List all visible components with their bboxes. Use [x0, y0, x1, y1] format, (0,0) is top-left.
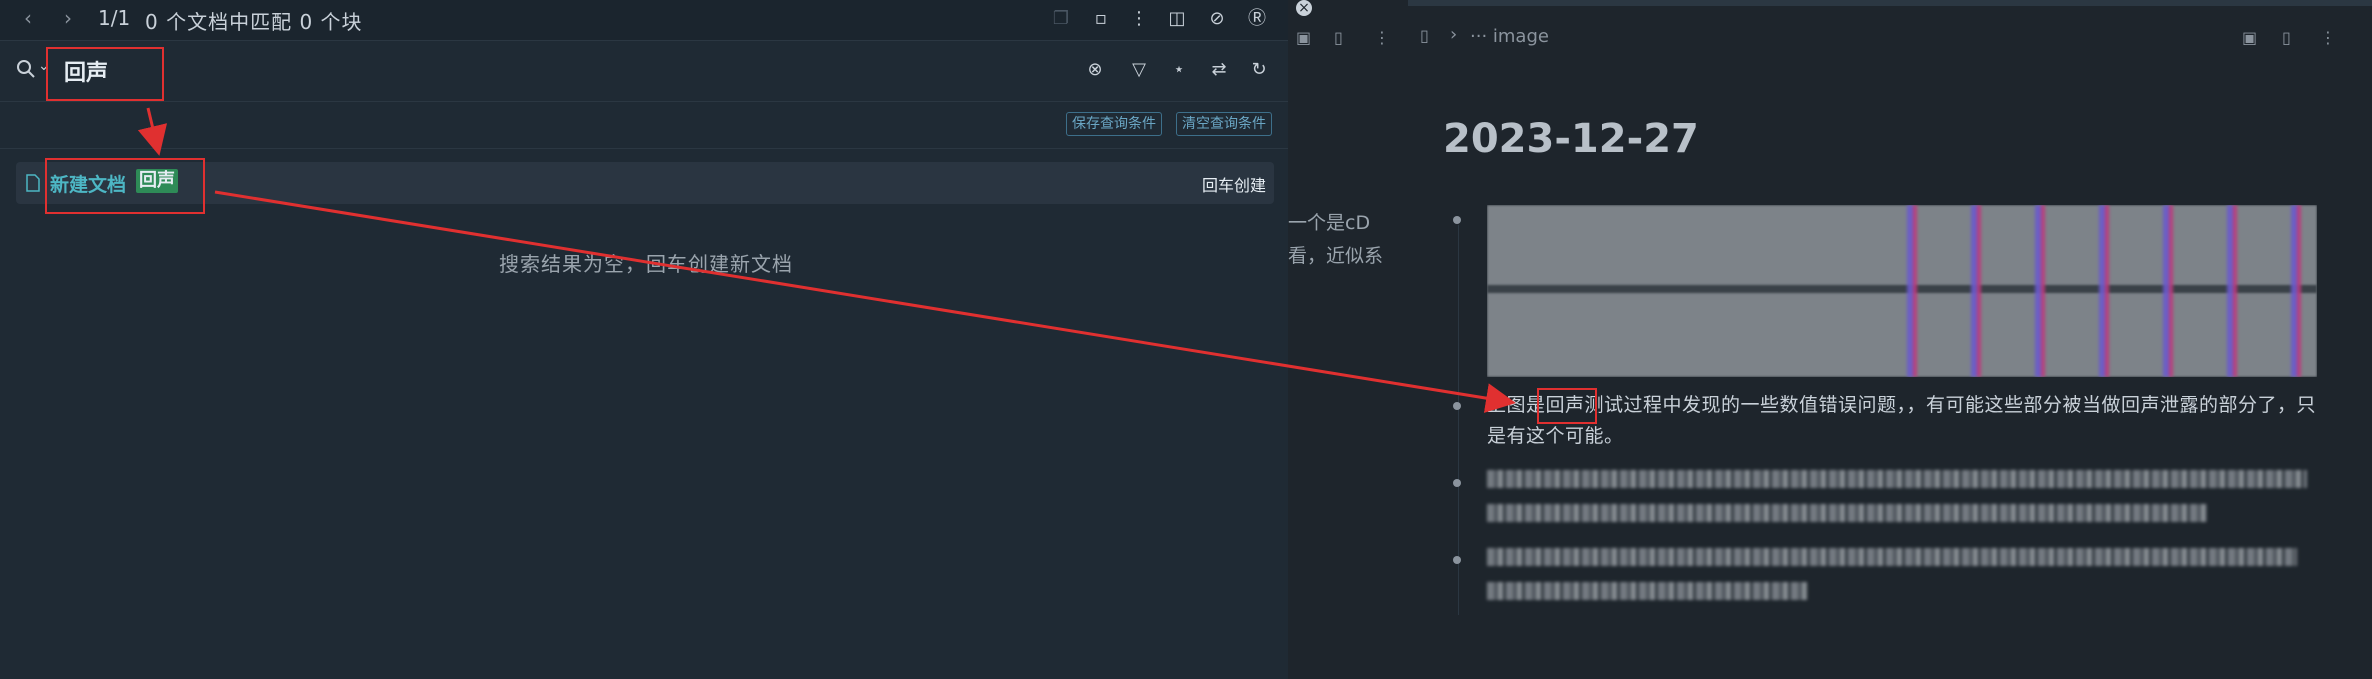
annotation-arrows — [137, 107, 1516, 413]
